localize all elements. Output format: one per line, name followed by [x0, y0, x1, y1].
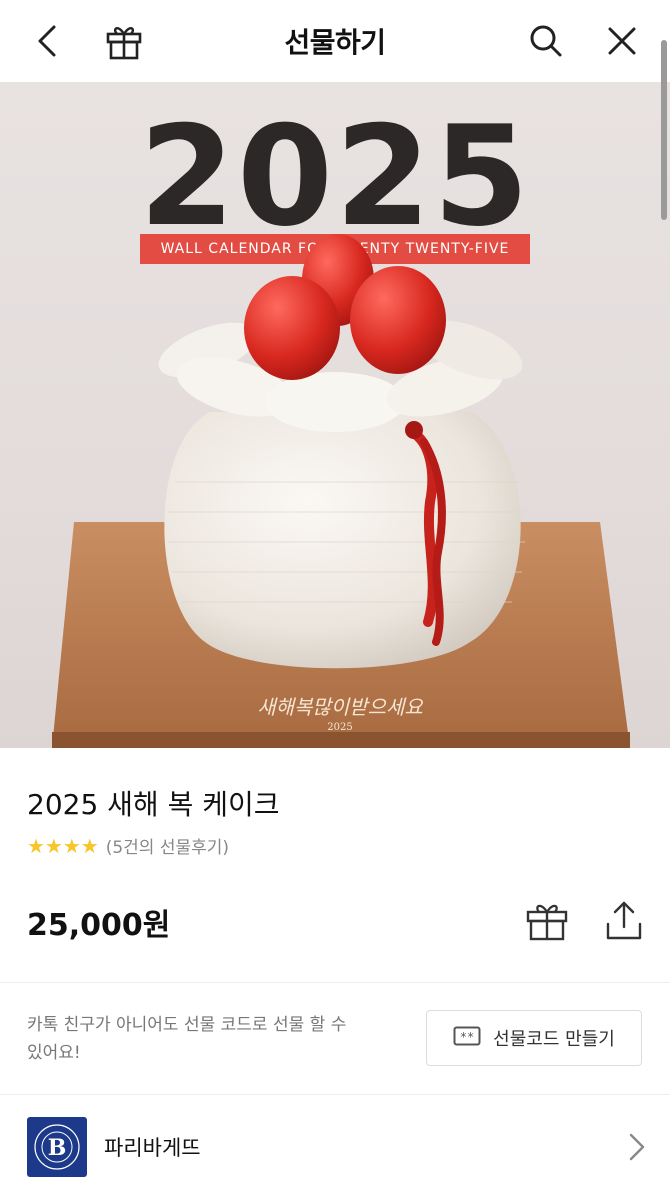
gift-button[interactable] — [525, 900, 569, 946]
close-icon — [608, 27, 636, 55]
search-icon — [530, 25, 562, 57]
svg-text:B: B — [48, 1135, 67, 1161]
board-greeting: 새해복많이받으세요 — [257, 695, 424, 719]
back-button[interactable] — [26, 19, 70, 63]
scrollbar[interactable] — [661, 40, 667, 220]
section-divider — [0, 1094, 670, 1095]
create-gift-code-button[interactable]: ** 선물코드 만들기 — [426, 1010, 642, 1066]
search-button[interactable] — [524, 19, 568, 63]
product-title: 2025 새해 복 케이크 — [27, 788, 280, 821]
chevron-left-icon — [38, 25, 56, 57]
product-image[interactable]: 2025 WALL CALENDAR FOR TWENTY TWENTY-FIV… — [0, 82, 670, 748]
board-year: 2025 — [327, 722, 352, 733]
gift-code-promo-text: 카톡 친구가 아니어도 선물 코드로 선물 할 수 있어요! — [27, 1015, 347, 1063]
star-rating-icon: ★★★★ — [27, 833, 99, 858]
brand-row[interactable]: B 파리바게뜨 — [0, 1100, 670, 1200]
gift-icon — [526, 904, 568, 941]
gift-home-button[interactable] — [102, 19, 146, 63]
section-divider — [0, 982, 670, 983]
share-icon — [606, 901, 642, 940]
gift-icon — [106, 27, 142, 60]
ticket-icon: ** — [453, 1026, 481, 1051]
cake-illustration: 새해복많이받으세요 2025 — [52, 234, 630, 748]
create-gift-code-label: 선물코드 만들기 — [493, 1029, 615, 1050]
close-button[interactable] — [600, 19, 644, 63]
rating-row[interactable]: ★★★★ (5건의 선물후기) — [27, 833, 229, 859]
review-count-link[interactable]: (5건의 선물후기) — [106, 833, 229, 858]
page-title: 선물하기 — [284, 26, 386, 59]
top-bar: 선물하기 — [0, 0, 670, 82]
share-button[interactable] — [604, 900, 644, 946]
svg-text:**: ** — [460, 1030, 474, 1044]
chevron-right-icon[interactable] — [628, 1132, 646, 1166]
product-price: 25,000원 — [27, 908, 171, 943]
brand-name: 파리바게뜨 — [104, 1136, 201, 1160]
brand-logo: B — [27, 1117, 87, 1177]
